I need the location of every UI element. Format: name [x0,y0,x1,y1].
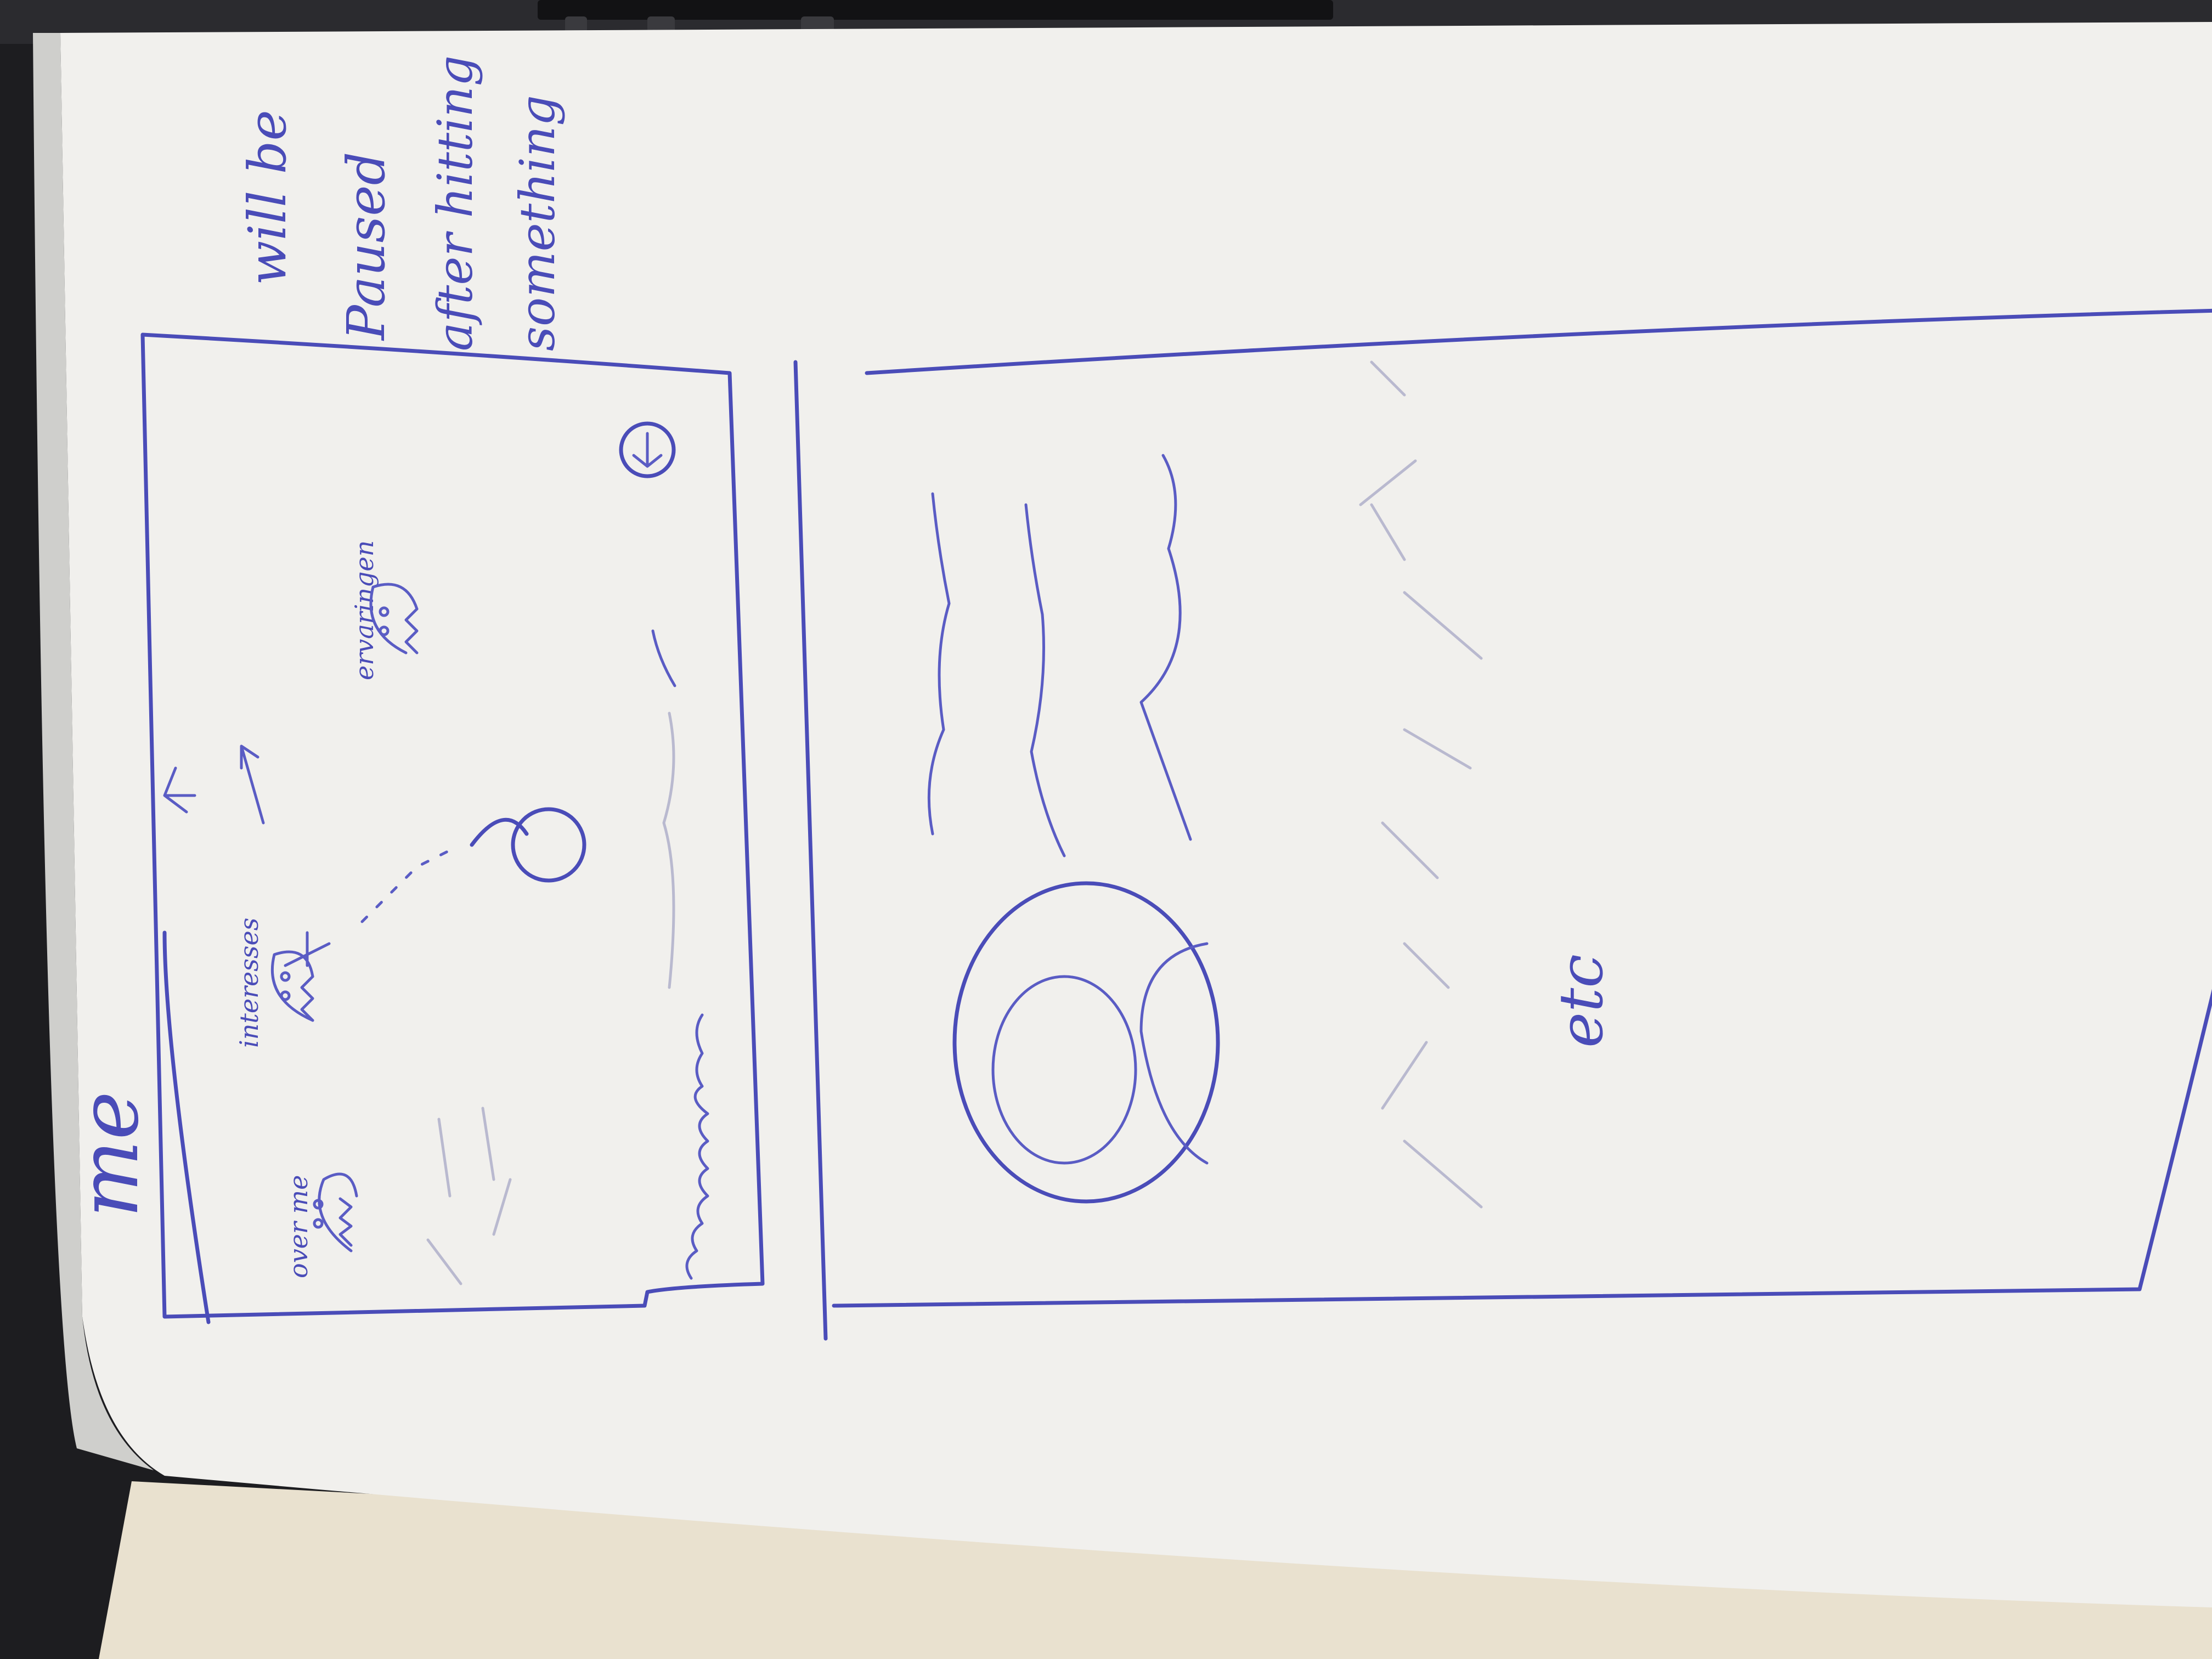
note-line-2: Paused [336,152,397,341]
icon-label-over-me: over me [284,1175,313,1278]
note-line-1: will be [238,110,298,285]
icon-label-ervaringen: ervaringen [349,540,379,680]
notebook-photo: me over me interesses ervaringen etc wil… [0,0,2212,1659]
etc-text: etc [1546,954,1616,1048]
sketch-title: me [61,1091,157,1218]
note-line-3: after hitting [427,55,483,351]
icon-label-interesses: interesses [234,918,264,1048]
note-line-4: something [509,95,566,351]
